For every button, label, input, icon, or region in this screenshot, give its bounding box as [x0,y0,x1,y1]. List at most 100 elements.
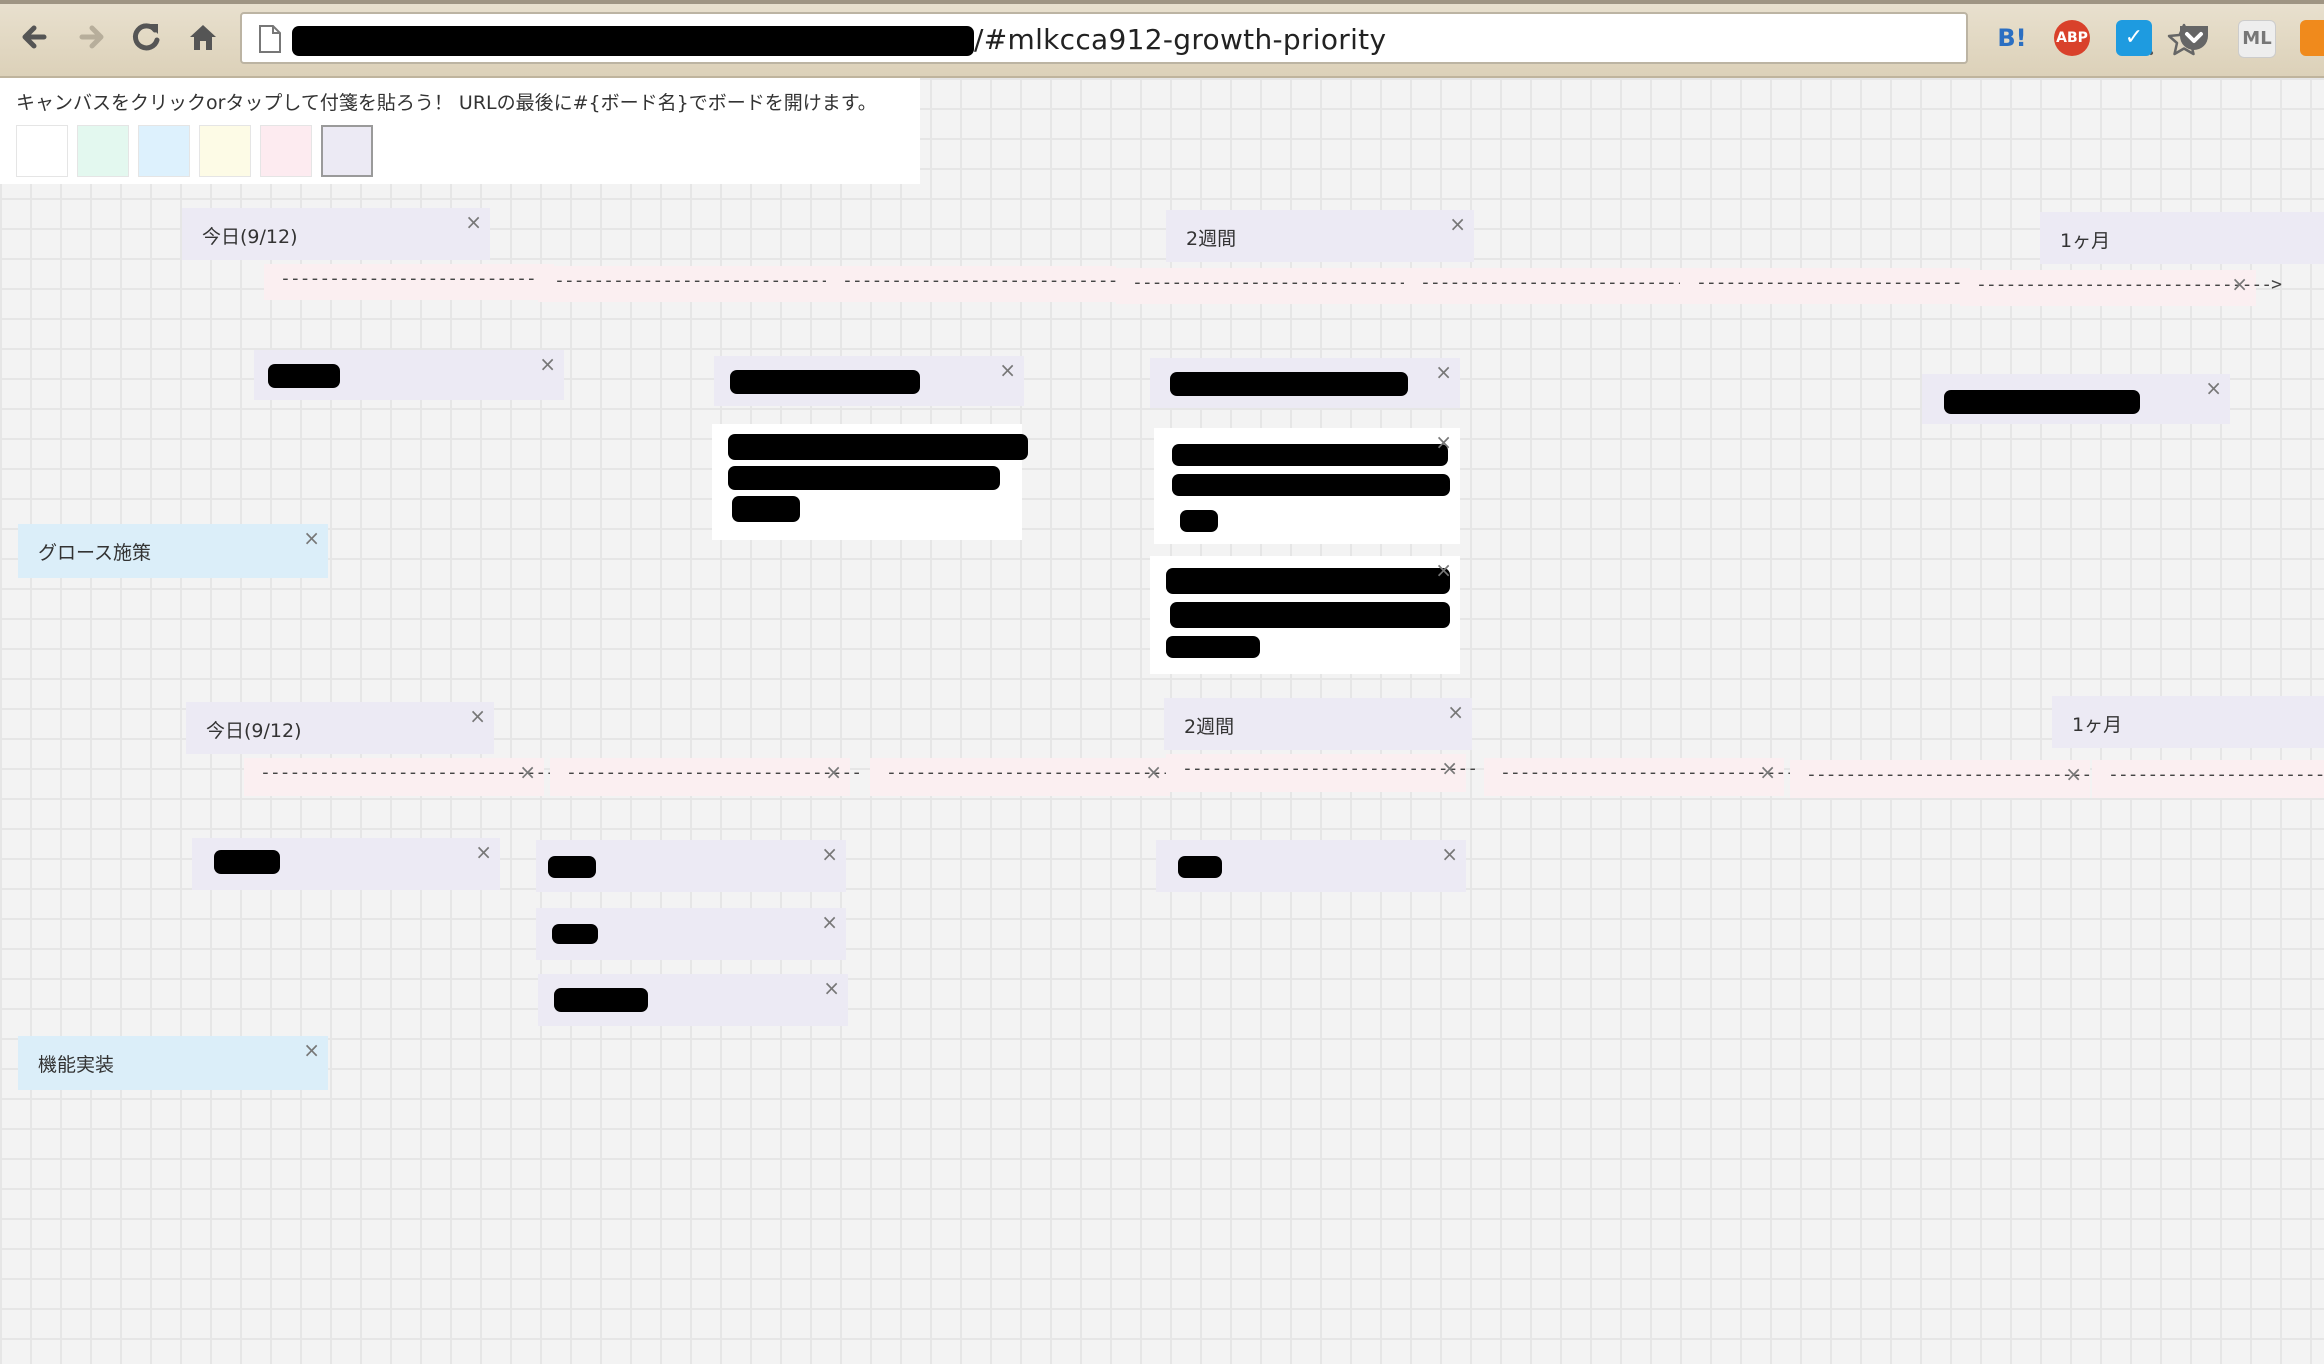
sticky-note-today[interactable]: 今日(9/12) × [182,208,490,260]
redaction [1944,390,2140,414]
redacted-note[interactable]: × [1156,840,1466,892]
redaction [554,988,648,1012]
forward-arrow-icon [79,25,104,49]
close-icon[interactable]: × [465,210,482,234]
close-icon[interactable]: × [1447,700,1464,724]
sticky-note-features[interactable]: 機能実装 × [18,1036,328,1090]
forward-button[interactable] [70,16,112,58]
close-icon[interactable]: × [303,1038,320,1062]
sticky-note-growth[interactable]: グロース施策 × [18,524,328,578]
redaction [1170,602,1450,628]
sticky-note-today[interactable]: 今日(9/12) × [186,702,494,754]
redaction [1178,856,1222,878]
timeline-segment[interactable]: ------------------------------ × [1484,758,1796,796]
pocket-icon[interactable] [2176,20,2212,56]
timeline-segment[interactable]: ------------------------------ [826,266,1138,302]
redaction [1180,510,1218,532]
pocket-shape-icon [2180,26,2208,50]
sticky-note-two-weeks[interactable]: 2週間 × [1164,698,1472,750]
timeline-segment[interactable]: ------------------------------ [1404,268,1716,304]
redacted-note[interactable]: × [192,838,500,890]
color-swatch-pink[interactable] [260,125,312,177]
adblock-plus-icon[interactable]: ABP [2054,20,2090,56]
close-icon[interactable]: × [2065,762,2082,786]
hatena-bookmark-icon[interactable]: B! [1994,20,2030,56]
timeline-segment-arrow[interactable]: ------------------------------> × [1960,270,2282,306]
timeline-segment[interactable]: ------------------------------ [538,266,850,302]
redaction [728,466,1000,490]
close-icon[interactable]: × [821,910,838,934]
color-swatch-white[interactable] [16,125,68,177]
board-hint: キャンバスをクリックorタップして付箋を貼ろう！ URLの最後に#{ボード名}で… [16,92,877,114]
close-icon[interactable]: × [2231,272,2248,296]
timeline-segment[interactable]: ------------------------------ × [1166,754,1478,792]
close-icon[interactable]: × [1441,842,1458,866]
timeline-segment[interactable]: ------------------------------ [1116,268,1428,304]
redaction [1166,636,1260,658]
address-bar[interactable]: /#mlkcca912-growth-priority [240,12,2201,64]
ml-icon[interactable]: ML [2238,20,2276,58]
close-icon[interactable]: × [469,704,486,728]
redaction [730,370,920,394]
url-redaction [292,26,974,56]
close-icon[interactable]: × [1435,360,1452,384]
redaction [1172,444,1448,466]
redacted-note[interactable]: × [536,908,846,960]
redaction [1172,474,1450,496]
url-text: /#mlkcca912-growth-priority [974,23,1387,56]
redaction [728,434,1028,460]
board-canvas[interactable]: キャンバスをクリックorタップして付箋を貼ろう！ URLの最後に#{ボード名}で… [0,78,2324,1364]
board-toolbar: キャンバスをクリックorタップして付箋を貼ろう！ URLの最後に#{ボード名}で… [0,78,920,184]
redacted-note[interactable]: × [1922,374,2230,424]
back-arrow-icon [22,25,47,49]
redacted-note-white[interactable]: × [1154,428,1460,544]
close-icon[interactable]: × [821,842,838,866]
timeline-segment[interactable]: ------------------------------ [264,264,576,300]
redaction [732,496,800,522]
color-swatch-mint[interactable] [77,125,129,177]
close-icon[interactable]: × [1145,760,1162,784]
timeline-segment[interactable]: ------------------------------ × [1790,760,2102,798]
close-icon[interactable]: × [519,760,536,784]
redacted-note[interactable]: × [1150,358,1460,408]
redacted-note[interactable]: × [254,350,564,400]
home-button[interactable] [182,16,224,58]
close-icon[interactable]: × [1441,756,1458,780]
timeline-segment[interactable]: ------------------------------ [1680,268,1992,304]
close-icon[interactable]: × [1435,430,1452,454]
close-icon[interactable]: × [823,976,840,1000]
close-icon[interactable]: × [539,352,556,376]
close-icon[interactable]: × [1435,558,1452,582]
timeline-segment[interactable]: ------------------------------ [2092,760,2324,798]
browser-toolbar: /#mlkcca912-growth-priority B! ABP ✓ ML [0,0,2324,78]
redacted-note[interactable]: × [538,974,848,1026]
redacted-note[interactable]: × [714,356,1024,406]
reload-icon [132,23,160,51]
reload-button[interactable] [126,16,168,58]
close-icon[interactable]: × [2205,376,2222,400]
sticky-note-two-weeks[interactable]: 2週間 × [1166,210,1474,262]
timeline-segment[interactable]: ------------------------------ × [244,758,556,796]
redacted-note[interactable]: × [536,840,846,892]
color-swatch-lavender-selected[interactable] [321,125,373,177]
sticky-note-one-month[interactable]: 1ヶ月 [2052,696,2324,748]
color-swatch-yellow[interactable] [199,125,251,177]
back-button[interactable] [14,16,56,58]
redaction [1170,372,1408,396]
rss-icon[interactable] [2300,20,2324,56]
redacted-note-white[interactable]: × [1150,556,1460,674]
close-icon[interactable]: × [475,840,492,864]
color-swatch-blue[interactable] [138,125,190,177]
close-icon[interactable]: × [1449,212,1466,236]
close-icon[interactable]: × [1759,760,1776,784]
timeline-segment[interactable]: ------------------------------ × [550,758,862,796]
timeline-segment[interactable]: ------------------------------ × [870,758,1182,796]
redacted-note-white[interactable] [712,424,1028,540]
redaction [1166,568,1450,594]
close-icon[interactable]: × [303,526,320,550]
close-icon[interactable]: × [825,760,842,784]
redaction [552,924,598,944]
close-icon[interactable]: × [999,358,1016,382]
sticky-note-one-month[interactable]: 1ヶ月 [2040,212,2324,264]
todo-check-icon[interactable]: ✓ [2116,20,2152,56]
